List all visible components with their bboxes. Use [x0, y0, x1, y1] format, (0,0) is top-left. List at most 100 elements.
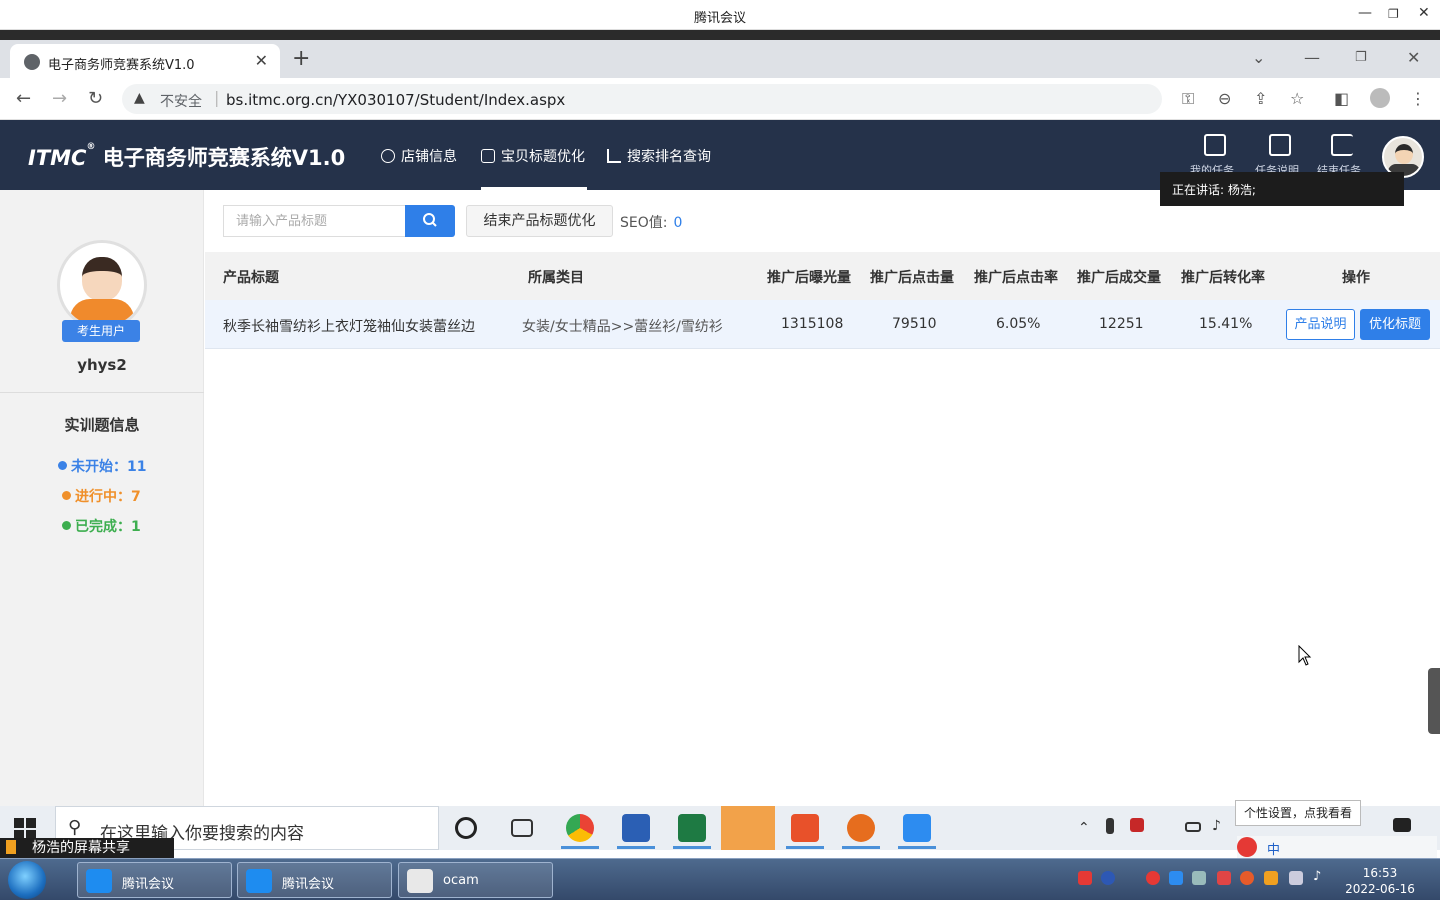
minimize-icon[interactable]: — — [1358, 5, 1372, 21]
task-label: ocam — [443, 873, 479, 888]
browser-restore-icon[interactable]: ❐ — [1355, 50, 1367, 65]
search-button[interactable] — [405, 205, 455, 237]
address-toolbar: ← → ↻ ▲ 不安全 | bs.itmc.org.cn/YX030107/St… — [0, 78, 1440, 120]
table-header: 产品标题 所属类目 推广后曝光量 推广后点击量 推广后点击率 推广后成交量 推广… — [205, 252, 1440, 300]
profile-icon[interactable] — [1370, 88, 1390, 108]
clock[interactable]: 16:53 2022-06-16 — [1340, 865, 1420, 897]
share-text: 杨浩的屏幕共享 — [32, 840, 130, 856]
logo-name: 电子商务师竞赛系统V1.0 — [102, 146, 346, 170]
task-label: 腾讯会议 — [282, 877, 335, 892]
tab-search-icon[interactable]: ⌄ — [1252, 48, 1265, 67]
back-icon[interactable]: ← — [16, 88, 31, 109]
reload-icon[interactable]: ↻ — [88, 88, 103, 109]
battery-icon[interactable] — [1185, 822, 1201, 832]
task-meeting-2[interactable]: 腾讯会议 — [237, 862, 392, 898]
firefox-icon[interactable] — [847, 814, 875, 842]
tray-sogou-icon[interactable] — [1078, 871, 1092, 885]
menu-icon[interactable]: ⋮ — [1410, 89, 1426, 108]
share-user-icon — [6, 840, 16, 854]
side-handle[interactable] — [1428, 668, 1440, 734]
word-icon[interactable] — [622, 814, 650, 842]
col-exposure: 推广后曝光量 — [767, 270, 851, 286]
new-tab-icon[interactable]: + — [292, 46, 310, 71]
excel-icon[interactable] — [678, 814, 706, 842]
col-title: 产品标题 — [223, 270, 279, 286]
title-search-input[interactable] — [224, 206, 394, 236]
mouse-cursor-icon — [1298, 645, 1312, 666]
tab-close-icon[interactable]: ✕ — [255, 51, 268, 70]
browser-minimize-icon[interactable]: — — [1304, 48, 1320, 67]
stat-text: 已完成：1 — [75, 519, 141, 535]
mic-icon[interactable] — [1106, 818, 1114, 834]
col-clicks: 推广后点击量 — [870, 270, 954, 286]
tray-cat-icon[interactable] — [1264, 871, 1278, 885]
app-bee-icon[interactable] — [721, 806, 775, 850]
remote-taskbar: ⚲ 在这里输入你要搜索的内容 ⌃ ♪ — [0, 806, 1440, 850]
nav-store-info[interactable]: 店铺信息 — [381, 146, 457, 190]
url-text: bs.itmc.org.cn/YX030107/Student/Index.as… — [226, 91, 566, 109]
app-red-icon[interactable] — [791, 814, 819, 842]
tray-app-icon[interactable] — [1217, 871, 1231, 885]
status-dot — [58, 461, 67, 470]
end-optimize-button[interactable]: 结束产品标题优化 — [466, 205, 613, 237]
tray-volume-icon[interactable]: ♪ — [1313, 869, 1327, 884]
user-avatar — [57, 240, 147, 330]
start-orb-icon[interactable] — [8, 861, 46, 899]
training-info-heading: 实训题信息 — [64, 416, 140, 434]
tray-help-icon[interactable] — [1101, 871, 1115, 885]
close-icon[interactable]: ✕ — [1418, 5, 1430, 21]
my-tasks-icon[interactable] — [1204, 134, 1226, 156]
notification-icon[interactable] — [1393, 818, 1411, 832]
nav-title-optimize[interactable]: 宝贝标题优化 — [481, 146, 587, 190]
zoom-icon[interactable]: ⊖ — [1218, 89, 1231, 108]
tab-title: 电子商务师竞赛系统V1.0 — [48, 58, 195, 73]
search-icon: ⚲ — [68, 817, 82, 838]
firefox-active-line — [842, 846, 880, 849]
key-icon[interactable]: ⚿ — [1182, 89, 1194, 109]
app-logo: ITMC® 电子商务师竞赛系统V1.0 — [28, 142, 345, 172]
speaking-indicator: 正在讲话: 杨浩; — [1160, 172, 1404, 206]
tray-security-icon[interactable] — [1240, 871, 1254, 885]
tray-device-icon[interactable] — [1289, 871, 1303, 885]
sidepanel-icon[interactable]: ◧ — [1334, 89, 1349, 108]
tray-record-icon[interactable] — [1146, 871, 1160, 885]
local-taskbar: 腾讯会议 腾讯会议 ocam ♪ 16:53 2022-06-16 — [0, 858, 1440, 900]
cortana-icon[interactable] — [455, 817, 477, 839]
col-conversion: 推广后转化率 — [1181, 270, 1265, 286]
target-icon — [381, 149, 395, 163]
nav-rank-query[interactable]: 搜索排名查询 — [607, 146, 711, 190]
task-desc-icon[interactable] — [1269, 134, 1291, 156]
browser-close-icon[interactable]: ✕ — [1407, 48, 1420, 67]
task-meeting-1[interactable]: 腾讯会议 — [77, 862, 232, 898]
chrome-icon[interactable] — [566, 814, 594, 842]
product-explain-button[interactable]: 产品说明 — [1286, 309, 1355, 340]
share-icon[interactable]: ⇪ — [1254, 89, 1267, 108]
excel-active-line — [673, 846, 711, 849]
wps-icon[interactable] — [1130, 818, 1144, 832]
task-view-icon[interactable] — [511, 819, 533, 837]
end-task-icon[interactable] — [1331, 134, 1353, 156]
bookmark-star-icon[interactable]: ☆ — [1290, 89, 1304, 108]
red-active-line — [786, 846, 824, 849]
ime-toolbar[interactable]: 中 — [1237, 836, 1437, 858]
ime-mode-icon[interactable]: 中 — [1267, 839, 1280, 858]
task-ocam[interactable]: ocam — [398, 862, 553, 898]
sogou-icon[interactable] — [1237, 837, 1257, 857]
nav-label: 搜索排名查询 — [627, 149, 711, 165]
restore-icon[interactable]: ❐ — [1388, 7, 1399, 21]
url-bar[interactable]: ▲ 不安全 | bs.itmc.org.cn/YX030107/Student/… — [122, 84, 1162, 114]
browser-tab[interactable]: 电子商务师竞赛系统V1.0 ✕ — [10, 44, 280, 78]
tray-meeting-icon[interactable] — [1169, 871, 1183, 885]
cell-exposure: 1315108 — [781, 316, 844, 332]
meeting-title-bar: 腾讯会议 — ❐ ✕ — [0, 0, 1440, 30]
volume-mute-icon[interactable]: ♪ — [1212, 818, 1226, 834]
tray-up-icon[interactable]: ⌃ — [1078, 820, 1092, 836]
cell-conversion: 15.41% — [1199, 316, 1253, 332]
meeting-active-line — [898, 846, 936, 849]
optimize-title-button[interactable]: 优化标题 — [1360, 309, 1430, 340]
windows-start-icon[interactable] — [14, 818, 36, 840]
forward-icon[interactable]: → — [52, 88, 67, 109]
tencent-meeting-icon[interactable] — [903, 814, 931, 842]
tray-network-icon[interactable] — [1192, 871, 1206, 885]
stat-completed: 已完成：1 — [62, 516, 141, 536]
